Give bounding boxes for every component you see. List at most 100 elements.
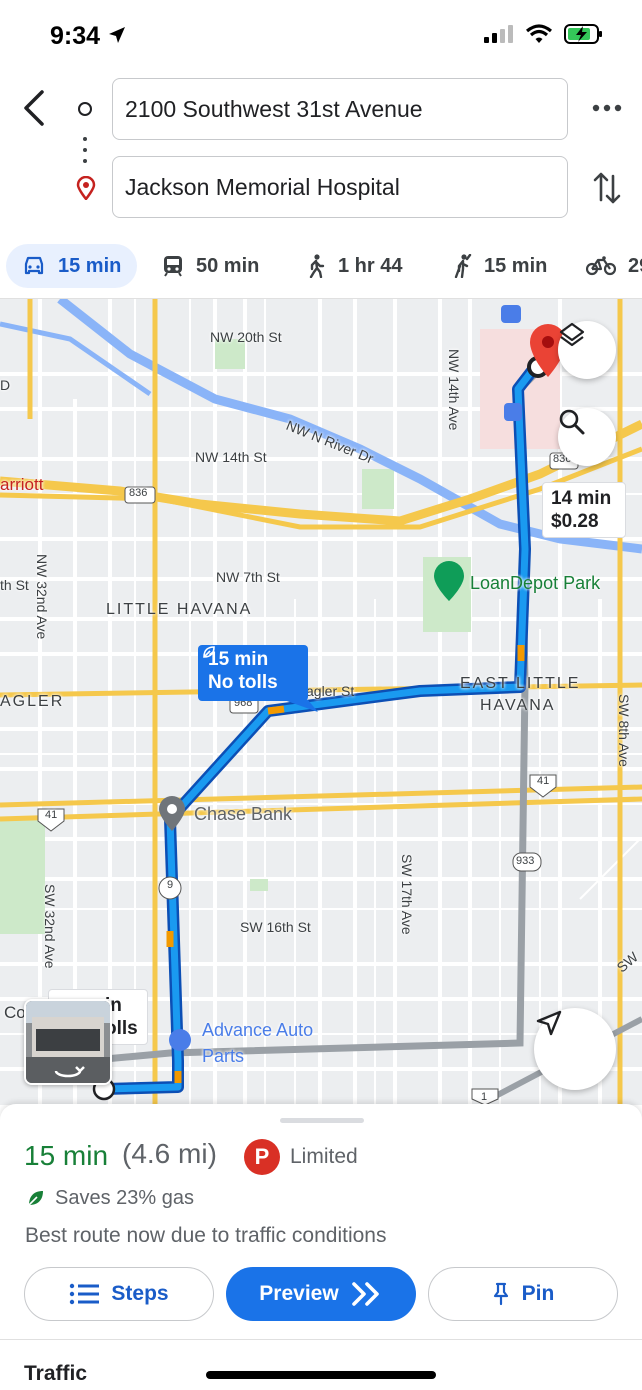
street-label: SW 8th Ave bbox=[616, 694, 632, 767]
street-label: NW 14th St bbox=[195, 449, 267, 465]
origin-dot-icon bbox=[78, 102, 92, 116]
parking-status: Limited bbox=[290, 1145, 358, 1168]
route-reason: Best route now due to traffic conditions bbox=[25, 1224, 387, 1247]
street-label: NW 20th St bbox=[210, 329, 282, 345]
park bbox=[250, 879, 268, 891]
more-options-icon[interactable] bbox=[590, 98, 624, 118]
street-label: SW 16th St bbox=[240, 919, 311, 935]
poi-label[interactable]: LoanDepot Park bbox=[470, 573, 600, 594]
battery-icon bbox=[564, 24, 602, 44]
shield-label: 41 bbox=[537, 775, 550, 787]
home-indicator[interactable] bbox=[206, 1371, 436, 1379]
shield-label: 836 bbox=[129, 487, 148, 499]
bike-icon bbox=[586, 256, 616, 276]
tab-bike-label: 29 bbox=[628, 254, 642, 277]
street-label: AGLER bbox=[0, 693, 65, 710]
traffic-section-title: Traffic bbox=[24, 1362, 88, 1385]
swap-directions-icon[interactable] bbox=[592, 170, 622, 206]
layers-icon bbox=[559, 322, 585, 347]
street-view-image bbox=[26, 1001, 110, 1083]
preview-button[interactable]: Preview bbox=[226, 1267, 416, 1321]
recenter-button[interactable] bbox=[534, 1008, 616, 1090]
shield-label: 41 bbox=[45, 809, 58, 821]
poi-label[interactable]: Advance Auto bbox=[202, 1020, 313, 1041]
tab-ride[interactable]: 15 min bbox=[452, 244, 547, 288]
street-view-thumbnail[interactable] bbox=[24, 999, 112, 1085]
park bbox=[0, 819, 45, 934]
transit-marker-icon[interactable] bbox=[501, 305, 521, 323]
shield-label: 1 bbox=[481, 1091, 488, 1103]
pin-button[interactable]: Pin bbox=[428, 1267, 618, 1321]
neighborhood-label: EAST LITTLE bbox=[460, 675, 581, 692]
time-text: 9:34 bbox=[50, 22, 101, 50]
status-icons bbox=[484, 24, 604, 44]
street-label: NW 14th Ave bbox=[446, 349, 462, 431]
walk-icon bbox=[309, 254, 325, 278]
street-label: agler St bbox=[306, 683, 355, 699]
hotel-label[interactable]: arriott bbox=[0, 475, 43, 495]
car-icon bbox=[24, 256, 44, 275]
alt-route-time: 14 min bbox=[551, 488, 612, 509]
pin-icon bbox=[493, 1282, 508, 1306]
parking-icon: P bbox=[244, 1139, 280, 1175]
street-label: SW 32nd Ave bbox=[42, 884, 58, 969]
tab-walk-label: 1 hr 44 bbox=[338, 254, 403, 277]
tab-walk[interactable]: 1 hr 44 bbox=[306, 244, 402, 288]
park bbox=[362, 469, 394, 509]
street-label: SW 17th Ave bbox=[399, 854, 415, 935]
travel-mode-tabs: 15 min 50 min 1 hr 44 15 min 29 bbox=[0, 244, 642, 290]
route-tolls: No tolls bbox=[208, 672, 278, 693]
destination-input[interactable]: Jackson Memorial Hospital bbox=[112, 156, 568, 218]
shield-label: 933 bbox=[516, 855, 535, 867]
wifi-icon bbox=[526, 24, 552, 43]
divider bbox=[0, 1339, 642, 1340]
signal-icon bbox=[484, 25, 513, 43]
poi-label[interactable]: Parts bbox=[202, 1046, 244, 1067]
back-arrow-icon[interactable] bbox=[18, 88, 52, 128]
street-label: th St bbox=[0, 577, 29, 593]
preview-label: Preview bbox=[259, 1282, 339, 1305]
route-callout[interactable]: 15 min No tolls bbox=[198, 645, 308, 701]
pin-label: Pin bbox=[521, 1282, 555, 1305]
alternate-route-callout[interactable]: 14 min $0.28 bbox=[542, 482, 626, 538]
eco-leaf-icon bbox=[28, 1191, 43, 1206]
tab-drive[interactable]: 15 min bbox=[6, 244, 138, 288]
origin-input[interactable]: 2100 Southwest 31st Avenue bbox=[112, 78, 568, 140]
transit-marker-icon[interactable] bbox=[504, 403, 522, 421]
steps-button[interactable]: Steps bbox=[24, 1267, 214, 1321]
list-icon bbox=[70, 1283, 100, 1305]
route-callout-tail bbox=[284, 700, 318, 712]
tab-transit-label: 50 min bbox=[196, 254, 260, 277]
destination-pin-icon bbox=[76, 176, 96, 200]
route-time: 15 min bbox=[208, 649, 269, 670]
search-icon bbox=[559, 409, 585, 435]
poi-label[interactable]: Chase Bank bbox=[194, 804, 292, 825]
route-distance: (4.6 mi) bbox=[122, 1138, 217, 1169]
map-view[interactable]: NW 20th St NW 14th St NW N River Dr NW 1… bbox=[0, 299, 642, 1105]
map-label: D bbox=[0, 377, 11, 393]
tab-ride-label: 15 min bbox=[484, 254, 548, 277]
sheet-drag-handle[interactable] bbox=[280, 1118, 364, 1123]
navigation-arrow-icon bbox=[536, 1010, 562, 1036]
layers-button[interactable] bbox=[558, 321, 616, 379]
tab-bike[interactable]: 29 bbox=[586, 244, 642, 288]
tab-transit[interactable]: 50 min bbox=[162, 244, 259, 288]
search-along-route-button[interactable] bbox=[558, 408, 616, 466]
connector-dots-icon bbox=[83, 137, 87, 163]
shopping-marker-icon[interactable] bbox=[169, 1029, 191, 1051]
street-label: NW 7th St bbox=[216, 569, 280, 585]
location-arrow-icon bbox=[109, 27, 125, 43]
map-label: Co bbox=[4, 1003, 26, 1022]
neighborhood-label: HAVANA bbox=[480, 697, 556, 714]
street-label: NW 32nd Ave bbox=[34, 554, 50, 640]
neighborhood-label: LITTLE HAVANA bbox=[106, 601, 253, 618]
ride-icon bbox=[454, 254, 472, 278]
shield-label: 9 bbox=[167, 879, 174, 891]
transit-icon bbox=[164, 256, 182, 277]
steps-label: Steps bbox=[111, 1282, 169, 1305]
route-eta: 15 min bbox=[24, 1140, 109, 1171]
double-chevron-right-icon bbox=[351, 1282, 379, 1306]
gas-savings: Saves 23% gas bbox=[55, 1187, 194, 1209]
status-time: 9:34 bbox=[50, 22, 127, 51]
leaf-icon bbox=[203, 646, 215, 658]
